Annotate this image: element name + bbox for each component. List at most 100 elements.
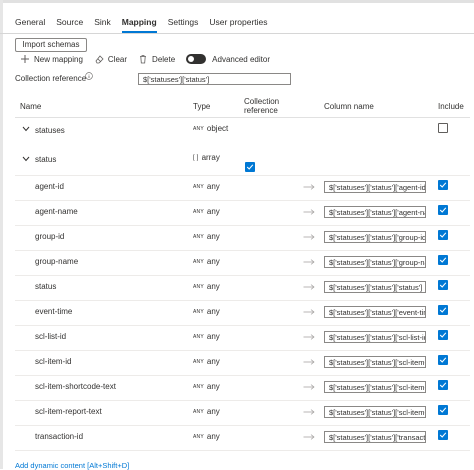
column-name-input[interactable]: $['statuses']['status']['scl-item-report…	[324, 406, 426, 418]
collection-reference-dropdown[interactable]: $['statuses']['status']	[138, 73, 291, 85]
row-name: agent-name	[35, 207, 78, 216]
row-type: ANY any	[193, 332, 220, 341]
include-checkbox[interactable]	[438, 280, 448, 290]
new-mapping-button[interactable]: New mapping	[20, 54, 83, 64]
checkmark-icon	[439, 357, 447, 363]
include-checkbox[interactable]	[438, 405, 448, 415]
row-type: ANY any	[193, 357, 220, 366]
tab-general[interactable]: General	[15, 16, 45, 34]
info-icon[interactable]	[85, 72, 93, 80]
tab-settings[interactable]: Settings	[168, 16, 199, 34]
column-name-input[interactable]: $['statuses']['status']['scl-item-id']	[324, 356, 426, 368]
parent-name-statuses: statuses	[35, 126, 65, 135]
row-name: scl-item-report-text	[35, 407, 102, 416]
include-checkbox[interactable]	[438, 230, 448, 240]
include-checkbox[interactable]	[438, 380, 448, 390]
collection-reference-checkbox-status[interactable]	[245, 162, 255, 172]
checkmark-icon	[439, 432, 447, 438]
any-type-icon: ANY	[193, 184, 204, 190]
row-type: ANY any	[193, 207, 220, 216]
column-name-input[interactable]: $['statuses']['status']['scl-list-id']	[324, 331, 426, 343]
header-type: Type	[193, 102, 211, 111]
row-type-label: any	[206, 432, 220, 441]
include-checkbox[interactable]	[438, 180, 448, 190]
import-schemas-button[interactable]: Import schemas	[15, 38, 87, 52]
arrow-right-icon	[303, 234, 315, 240]
row-name: agent-id	[35, 182, 64, 191]
column-name-input[interactable]: $['statuses']['status']['status']	[324, 281, 426, 293]
checkmark-icon	[439, 282, 447, 288]
tab-sink[interactable]: Sink	[94, 16, 111, 34]
column-name-input[interactable]: $['statuses']['status']['group-id']	[324, 231, 426, 243]
row-type: ANY any	[193, 257, 220, 266]
advanced-editor-toggle[interactable]: Advanced editor	[186, 54, 270, 64]
include-checkbox[interactable]	[438, 255, 448, 265]
row-divider	[15, 375, 470, 376]
row-name: event-time	[35, 307, 73, 316]
arrow-right-icon	[303, 184, 315, 190]
any-type-icon: ANY	[193, 309, 204, 315]
arrow-right-icon	[303, 434, 315, 440]
row-type: ANY any	[193, 432, 220, 441]
row-name: scl-item-shortcode-text	[35, 382, 116, 391]
column-name-input[interactable]: $['statuses']['status']['group-name']	[324, 256, 426, 268]
checkmark-icon	[439, 232, 447, 238]
column-name-input[interactable]: $['statuses']['status']['agent-id']	[324, 181, 426, 193]
row-type: ANY any	[193, 407, 220, 416]
tabs-divider	[0, 33, 474, 34]
toggle-switch[interactable]	[186, 54, 207, 64]
row-type-label: any	[206, 257, 220, 266]
row-divider	[15, 425, 470, 426]
include-checkbox[interactable]	[438, 355, 448, 365]
clear-button[interactable]: Clear	[94, 54, 127, 64]
tab-bar: General Source Sink Mapping Settings Use…	[15, 16, 279, 34]
tab-user-properties[interactable]: User properties	[209, 16, 267, 34]
any-type-icon: ANY	[193, 359, 204, 365]
include-checkbox[interactable]	[438, 305, 448, 315]
row-type-label: any	[206, 282, 220, 291]
row-divider	[15, 275, 470, 276]
column-name-input[interactable]: $['statuses']['status']['transaction-id'…	[324, 431, 426, 443]
row-divider	[15, 175, 470, 176]
row-type-label: any	[206, 357, 220, 366]
chevron-down-icon[interactable]	[22, 126, 30, 132]
tab-source[interactable]: Source	[56, 16, 83, 34]
new-mapping-label: New mapping	[34, 54, 83, 64]
row-type: ANY any	[193, 182, 220, 191]
row-type: ANY any	[193, 307, 220, 316]
row-type-label: any	[206, 407, 220, 416]
chevron-down-icon[interactable]	[22, 156, 30, 162]
checkmark-icon	[246, 164, 254, 170]
parent-type-statuses: ANY object	[193, 124, 228, 133]
header-collection-reference: Collection reference	[244, 97, 280, 115]
tab-mapping[interactable]: Mapping	[121, 16, 157, 34]
arrow-right-icon	[303, 284, 315, 290]
include-checkbox[interactable]	[438, 430, 448, 440]
row-type: ANY any	[193, 382, 220, 391]
top-border	[0, 0, 474, 3]
arrow-right-icon	[303, 309, 315, 315]
include-checkbox[interactable]	[438, 330, 448, 340]
include-checkbox[interactable]	[438, 205, 448, 215]
include-checkbox-statuses[interactable]	[438, 123, 448, 133]
checkmark-icon	[439, 382, 447, 388]
any-type-icon: ANY	[193, 409, 204, 415]
row-divider	[15, 225, 470, 226]
column-name-input[interactable]: $['statuses']['status']['event-time']	[324, 306, 426, 318]
checkmark-icon	[439, 207, 447, 213]
any-type-icon: ANY	[193, 384, 204, 390]
column-name-input[interactable]: $['statuses']['status']['agent-name']	[324, 206, 426, 218]
row-name: transaction-id	[35, 432, 84, 441]
row-name: scl-item-id	[35, 357, 72, 366]
row-divider	[15, 300, 470, 301]
row-type-label: any	[206, 382, 220, 391]
row-type-label: any	[206, 232, 220, 241]
row-divider	[15, 450, 470, 451]
delete-button[interactable]: Delete	[138, 54, 175, 64]
mapping-toolbar: New mapping Clear Delete Advanced editor	[20, 53, 281, 65]
arrow-right-icon	[303, 359, 315, 365]
array-type-icon: [ ]	[193, 155, 199, 161]
header-column-name: Column name	[324, 102, 374, 111]
row-divider	[15, 325, 470, 326]
column-name-input[interactable]: $['statuses']['status']['scl-item-shortc…	[324, 381, 426, 393]
